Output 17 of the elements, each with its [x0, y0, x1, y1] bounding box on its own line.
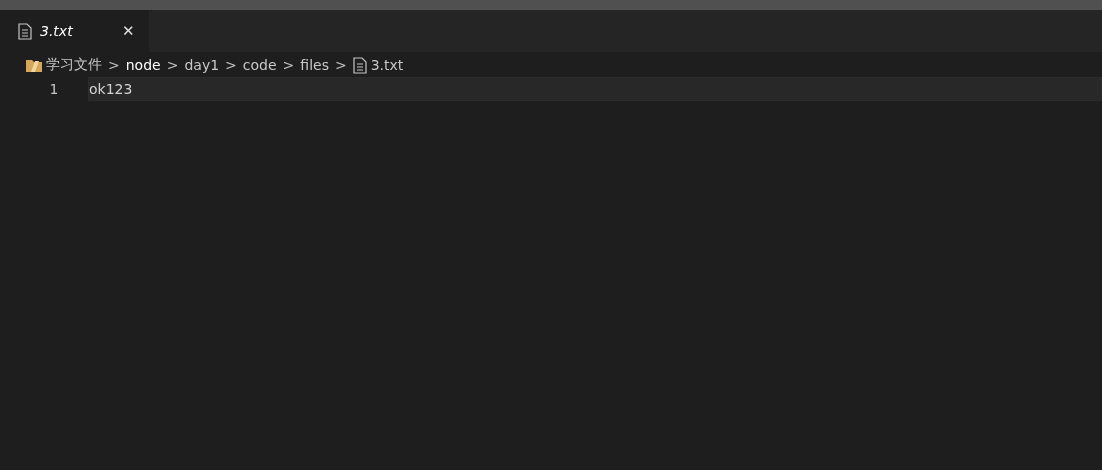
editor-tab[interactable]: 3.txt ✕ — [0, 10, 150, 52]
close-button[interactable]: ✕ — [118, 22, 139, 40]
breadcrumb-separator: > — [107, 57, 121, 73]
file-icon — [18, 22, 32, 40]
breadcrumb-separator: > — [224, 57, 238, 73]
breadcrumb-item[interactable]: files — [300, 57, 329, 73]
breadcrumb-item[interactable]: 3.txt — [370, 57, 404, 73]
breadcrumb-item[interactable]: 学习文件 — [46, 56, 102, 74]
breadcrumb-item[interactable]: code — [242, 57, 277, 73]
breadcrumb-item[interactable]: day1 — [184, 57, 220, 73]
line-number: 1 — [48, 81, 59, 97]
breadcrumb-separator: > — [333, 57, 348, 73]
breadcrumb-separator: > — [281, 57, 296, 73]
breadcrumb-item[interactable]: node — [125, 57, 161, 73]
breadcrumb-separator: > — [165, 57, 180, 73]
file-icon — [352, 56, 367, 74]
folder-icon — [26, 58, 42, 72]
